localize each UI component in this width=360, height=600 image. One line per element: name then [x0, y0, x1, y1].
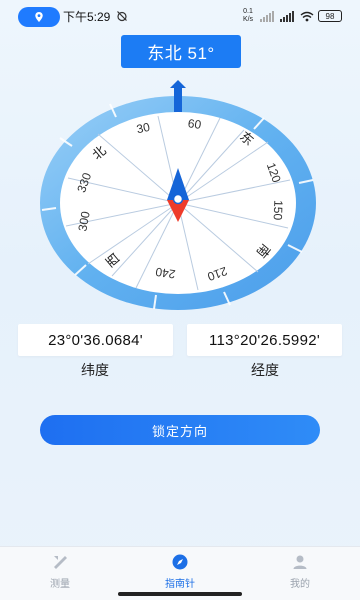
- nav-label-mine: 我的: [290, 579, 310, 590]
- status-icons: 0.1 K/s 98: [240, 8, 342, 24]
- nav-label-measure: 测量: [50, 579, 70, 590]
- heading-display: 东北 51°: [121, 35, 241, 68]
- nav-item-mine[interactable]: 我的: [270, 553, 330, 590]
- dial-label-60: 60: [187, 116, 202, 132]
- nav-item-compass[interactable]: 指南针: [150, 553, 210, 590]
- dial-label-150: 150: [271, 200, 286, 221]
- status-bar: 下午5:29 0.1 K/s 98: [0, 0, 360, 32]
- location-pin-icon: [35, 12, 43, 22]
- status-time: 下午5:29: [63, 10, 111, 24]
- battery-icon: 98: [318, 10, 342, 22]
- alarm-off-icon: [117, 11, 127, 22]
- user-icon: [291, 553, 309, 571]
- longitude-label: 经度: [251, 362, 279, 378]
- signal-icon: [260, 10, 274, 22]
- latitude-value: 23°0'36.0684': [18, 324, 173, 356]
- lock-direction-button[interactable]: 锁定方向: [40, 415, 320, 445]
- ruler-icon: [51, 553, 69, 571]
- dial-label-240: 240: [154, 265, 176, 282]
- nav-item-measure[interactable]: 测量: [30, 553, 90, 590]
- compass-icon: [171, 553, 189, 571]
- longitude-value: 113°20'26.5992': [187, 324, 342, 356]
- latitude-label: 纬度: [81, 362, 109, 378]
- signal-icon-2: [280, 10, 294, 22]
- compass-dial: 30 60 120 150 210 240 300 330 北 东 南 西: [40, 80, 320, 310]
- wifi-icon: [300, 11, 314, 21]
- location-indicator: [18, 7, 60, 27]
- battery-level: 98: [325, 11, 335, 21]
- network-speed: 0.1 K/s: [242, 8, 254, 23]
- compass-svg: 30 60 120 150 210 240 300 330 北 东 南 西: [40, 80, 316, 310]
- home-indicator: [118, 592, 242, 596]
- nav-label-compass: 指南针: [165, 579, 195, 590]
